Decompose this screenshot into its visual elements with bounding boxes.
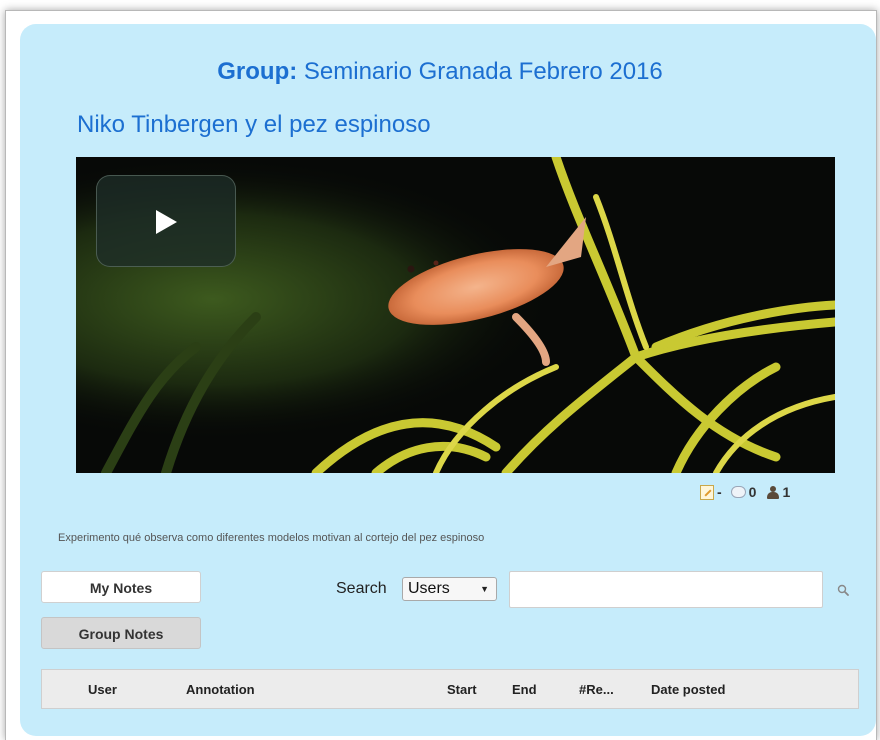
video-title[interactable]: Niko Tinbergen y el pez espinoso	[77, 110, 431, 140]
my-notes-button[interactable]: My Notes	[41, 571, 201, 603]
group-name: Seminario Granada Febrero 2016	[297, 58, 663, 85]
user-count: 1	[782, 484, 791, 500]
group-notes-button[interactable]: Group Notes	[41, 617, 201, 649]
column-header-user[interactable]: User	[88, 682, 117, 697]
search-icon[interactable]	[837, 584, 849, 596]
column-header-annotation[interactable]: Annotation	[186, 682, 255, 697]
video-stats: - 0 1	[700, 483, 790, 501]
group-title: Group: Seminario Granada Febrero 2016	[0, 58, 880, 86]
column-header-start[interactable]: Start	[447, 682, 477, 697]
video-player[interactable]	[76, 157, 835, 473]
group-label: Group:	[217, 58, 298, 85]
search-filter-select[interactable]: Users ▼	[402, 577, 497, 601]
search-input[interactable]	[509, 571, 823, 608]
annotation-icon	[700, 484, 714, 500]
search-label: Search	[336, 580, 387, 597]
column-header-date-posted[interactable]: Date posted	[651, 682, 725, 697]
user-icon	[767, 485, 780, 499]
comment-count: 0	[748, 484, 757, 500]
annotations-table-header: User Annotation Start End #Re... Date po…	[41, 669, 859, 709]
play-button[interactable]	[96, 175, 236, 267]
column-header-replies[interactable]: #Re...	[579, 682, 614, 697]
play-icon	[156, 210, 177, 234]
search-filter-value: Users	[408, 580, 450, 597]
annotation-count: -	[717, 484, 722, 500]
comment-icon	[730, 486, 746, 498]
column-header-end[interactable]: End	[512, 682, 537, 697]
chevron-down-icon: ▼	[480, 584, 489, 594]
video-description: Experimento qué observa como diferentes …	[58, 532, 485, 544]
